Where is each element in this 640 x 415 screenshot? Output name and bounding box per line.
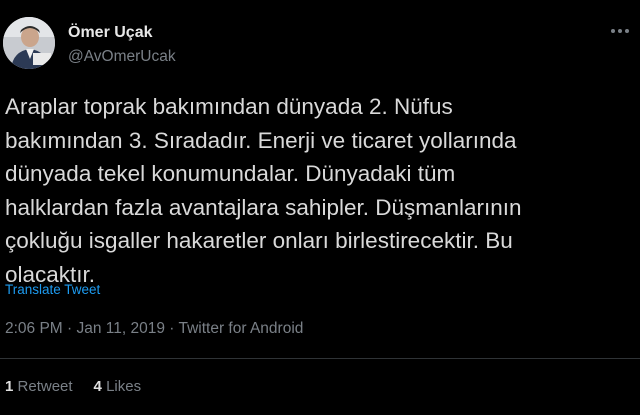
author-name[interactable]: Ömer Uçak xyxy=(68,24,153,42)
translate-tweet-link[interactable]: Translate Tweet xyxy=(5,282,100,297)
tweet-text-line: halklardan fazla avantajlara sahipler. D… xyxy=(5,194,522,220)
tweet-text-line: çokluğu isgaller hakaretler onları birle… xyxy=(5,228,513,253)
tweet-text: Araplar toprak bakımından dünyada 2. Nüf… xyxy=(5,90,630,291)
more-horizontal-icon xyxy=(611,29,615,33)
more-horizontal-icon xyxy=(618,29,622,33)
tweet-timestamp[interactable]: 2:06 PM · Jan 11, 2019 · Twitter for And… xyxy=(5,320,303,338)
tweet-stats: 1 Retweet 4 Likes xyxy=(5,378,141,395)
profile-photo-icon xyxy=(3,17,55,69)
more-horizontal-icon xyxy=(625,29,629,33)
more-options-button[interactable] xyxy=(611,26,633,36)
like-count[interactable]: 4 Likes xyxy=(94,378,142,395)
retweet-label: Retweet xyxy=(17,378,73,395)
retweet-count-number: 1 xyxy=(5,378,14,395)
tweet-text-line: dünyada tekel konumundalar. Dünyadaki tü… xyxy=(5,161,456,186)
retweet-count[interactable]: 1 Retweet xyxy=(5,378,73,395)
like-count-number: 4 xyxy=(93,378,102,395)
avatar[interactable] xyxy=(3,17,55,69)
like-label: Likes xyxy=(106,378,142,395)
tweet-card: Ömer Uçak @AvOmerUcak Araplar toprak bak… xyxy=(0,0,640,415)
tweet-text-line: bakımından 3. Sıradadır. Enerji ve ticar… xyxy=(5,127,517,153)
tweet-text-line: Araplar toprak bakımından dünyada 2. Nüf… xyxy=(5,94,453,119)
author-handle[interactable]: @AvOmerUcak xyxy=(68,48,176,66)
divider xyxy=(0,358,640,359)
